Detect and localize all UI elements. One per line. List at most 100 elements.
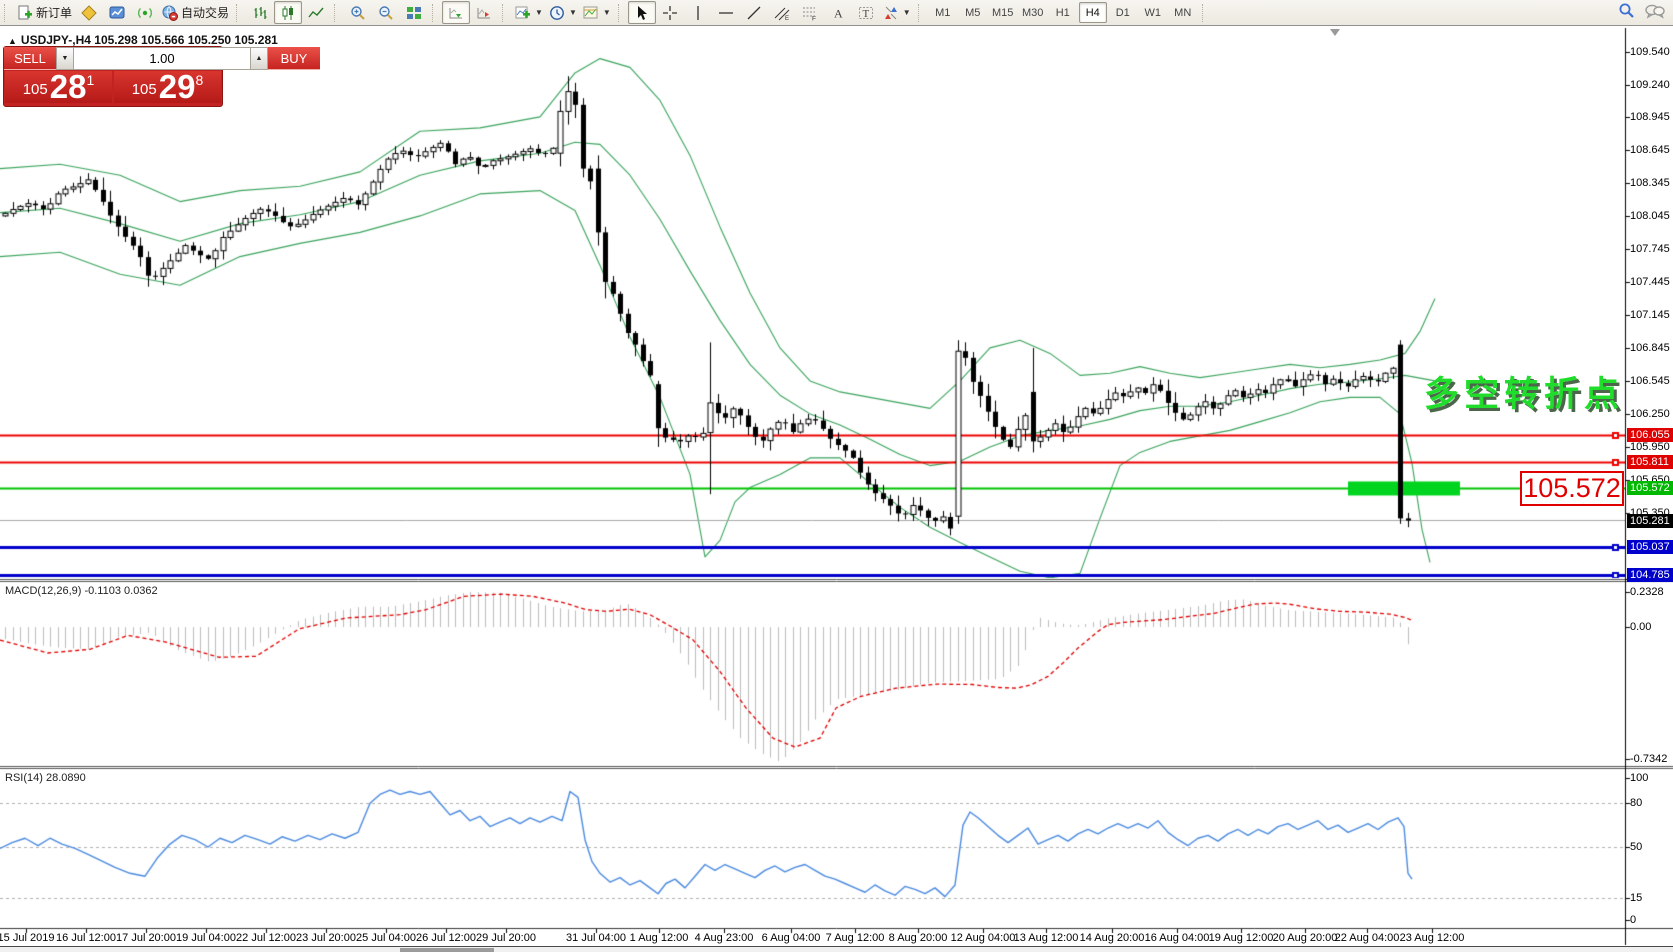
price-tick-label: 106.845 xyxy=(1630,342,1670,354)
text-label-tool-button[interactable]: T xyxy=(852,1,880,24)
buy-price-handle: 105 xyxy=(132,77,157,103)
time-tick-label: 23 Aug 12:00 xyxy=(1400,932,1465,944)
crosshair-icon xyxy=(662,5,678,21)
line-chart-icon xyxy=(308,5,324,21)
time-tick-label: 19 Jul 04:00 xyxy=(176,932,236,944)
timeframe-h4-button[interactable]: H4 xyxy=(1079,2,1107,23)
arrows-tool-button[interactable]: ▼ xyxy=(880,1,914,24)
macd-tick-label: -0.7342 xyxy=(1630,753,1667,765)
volume-decrease-button[interactable]: ▼ xyxy=(56,47,74,70)
price-tick-label: 108.645 xyxy=(1630,144,1670,156)
time-tick-label: 7 Aug 12:00 xyxy=(826,932,885,944)
metaeditor-button[interactable] xyxy=(75,1,103,24)
fibonacci-icon: F xyxy=(802,5,818,21)
time-tick-label: 22 Jul 12:00 xyxy=(236,932,296,944)
macd-tick-label: 0.2328 xyxy=(1630,586,1664,598)
price-level-badge: 105.037 xyxy=(1627,540,1673,554)
chat-icon[interactable] xyxy=(1645,3,1665,22)
price-chart-canvas[interactable] xyxy=(0,0,1673,952)
chart-shift-button[interactable] xyxy=(470,1,498,24)
rsi-indicator-label: RSI(14) 28.0890 xyxy=(5,772,86,784)
vertical-line-tool-button[interactable] xyxy=(684,1,712,24)
horizontal-line-tool-button[interactable] xyxy=(712,1,740,24)
timeframe-m5-button[interactable]: M5 xyxy=(959,2,987,23)
sell-button[interactable]: SELL xyxy=(4,47,56,70)
dropdown-arrow-icon: ▼ xyxy=(535,8,543,17)
channel-tool-button[interactable]: E xyxy=(768,1,796,24)
chart-annotation-text[interactable]: 多空转折点 xyxy=(1424,366,1624,417)
search-icon[interactable] xyxy=(1618,2,1635,22)
crosshair-tool-button[interactable] xyxy=(656,1,684,24)
price-tick-label: 109.240 xyxy=(1630,79,1670,91)
candlestick-icon xyxy=(280,5,296,21)
horizontal-scrollbar[interactable] xyxy=(0,946,1673,952)
channel-icon: E xyxy=(774,5,790,21)
line-chart-type-button[interactable] xyxy=(302,1,330,24)
auto-trading-button[interactable]: 自动交易 xyxy=(159,1,232,24)
tile-windows-button[interactable] xyxy=(400,1,428,24)
buy-price[interactable]: 105 29 8 xyxy=(114,71,221,103)
time-tick-label: 22 Aug 04:00 xyxy=(1335,932,1400,944)
timeframe-m1-button[interactable]: M1 xyxy=(929,2,957,23)
signals-button[interactable] xyxy=(131,1,159,24)
sell-price[interactable]: 105 28 1 xyxy=(5,71,112,103)
timeframe-d1-button[interactable]: D1 xyxy=(1109,2,1137,23)
buy-button[interactable]: BUY xyxy=(268,47,320,70)
time-tick-label: 19 Aug 12:00 xyxy=(1209,932,1274,944)
fibonacci-tool-button[interactable]: F xyxy=(796,1,824,24)
metaeditor-icon xyxy=(81,5,97,21)
trendline-icon xyxy=(746,5,762,21)
toolbar-grip xyxy=(432,4,439,22)
auto-scroll-button[interactable] xyxy=(442,1,470,24)
zoom-out-button[interactable] xyxy=(372,1,400,24)
price-tick-label: 107.145 xyxy=(1630,309,1670,321)
toolbar-grip xyxy=(618,4,625,22)
timeframe-h1-button[interactable]: H1 xyxy=(1049,2,1077,23)
time-tick-label: 25 Jul 04:00 xyxy=(356,932,416,944)
toolbar-grip xyxy=(334,4,341,22)
timeframe-w1-button[interactable]: W1 xyxy=(1139,2,1167,23)
text-tool-button[interactable]: A xyxy=(824,1,852,24)
price-level-callout[interactable]: 105.572 xyxy=(1520,471,1624,506)
templates-button[interactable]: ▼ xyxy=(580,1,614,24)
volume-increase-button[interactable]: ▲ xyxy=(250,47,268,70)
price-tick-label: 105.950 xyxy=(1630,441,1670,453)
svg-text:E: E xyxy=(785,16,789,21)
timeframe-m15-button[interactable]: M15 xyxy=(989,2,1017,23)
chart-window-title: ▲USDJPY-,H4 105.298 105.566 105.250 105.… xyxy=(8,33,278,47)
macd-tick-label: 0.00 xyxy=(1630,621,1651,633)
rsi-tick-label: 15 xyxy=(1630,892,1642,904)
chart-collapse-icon[interactable]: ▲ xyxy=(8,36,17,46)
cursor-tool-button[interactable] xyxy=(628,1,656,24)
terminal-button[interactable] xyxy=(103,1,131,24)
volume-input[interactable] xyxy=(74,47,250,70)
candlestick-type-button[interactable] xyxy=(274,1,302,24)
bar-chart-type-button[interactable] xyxy=(246,1,274,24)
zoom-in-button[interactable] xyxy=(344,1,372,24)
time-tick-label: 8 Aug 20:00 xyxy=(889,932,948,944)
one-click-trading-panel: SELL ▼ ▲ BUY 105 28 1 105 29 8 xyxy=(3,46,223,107)
current-price-badge: 105.281 xyxy=(1627,514,1673,528)
time-tick-label: 6 Aug 04:00 xyxy=(762,932,821,944)
price-level-badge: 105.811 xyxy=(1627,455,1673,469)
price-tick-label: 109.540 xyxy=(1630,46,1670,58)
timeframe-mn-button[interactable]: MN xyxy=(1169,2,1197,23)
trendline-tool-button[interactable] xyxy=(740,1,768,24)
text-label-icon: T xyxy=(858,5,874,21)
price-tick-label: 107.745 xyxy=(1630,243,1670,255)
periods-button[interactable]: ▼ xyxy=(546,1,580,24)
svg-text:A: A xyxy=(834,6,843,20)
main-toolbar: 新订单 自动交易 xyxy=(0,0,1673,26)
toolbar-grip xyxy=(4,4,11,22)
rsi-tick-label: 80 xyxy=(1630,797,1642,809)
zoom-out-icon xyxy=(378,5,394,21)
new-order-label: 新订单 xyxy=(36,4,72,21)
tile-windows-icon xyxy=(406,5,422,21)
svg-text:T: T xyxy=(862,8,869,20)
indicators-button[interactable]: ▼ xyxy=(512,1,546,24)
scrollbar-thumb[interactable] xyxy=(400,948,494,952)
chart-shift-marker-icon[interactable] xyxy=(1330,29,1340,36)
new-order-button[interactable]: 新订单 xyxy=(14,1,75,24)
price-level-badge: 104.785 xyxy=(1627,568,1673,582)
timeframe-m30-button[interactable]: M30 xyxy=(1019,2,1047,23)
